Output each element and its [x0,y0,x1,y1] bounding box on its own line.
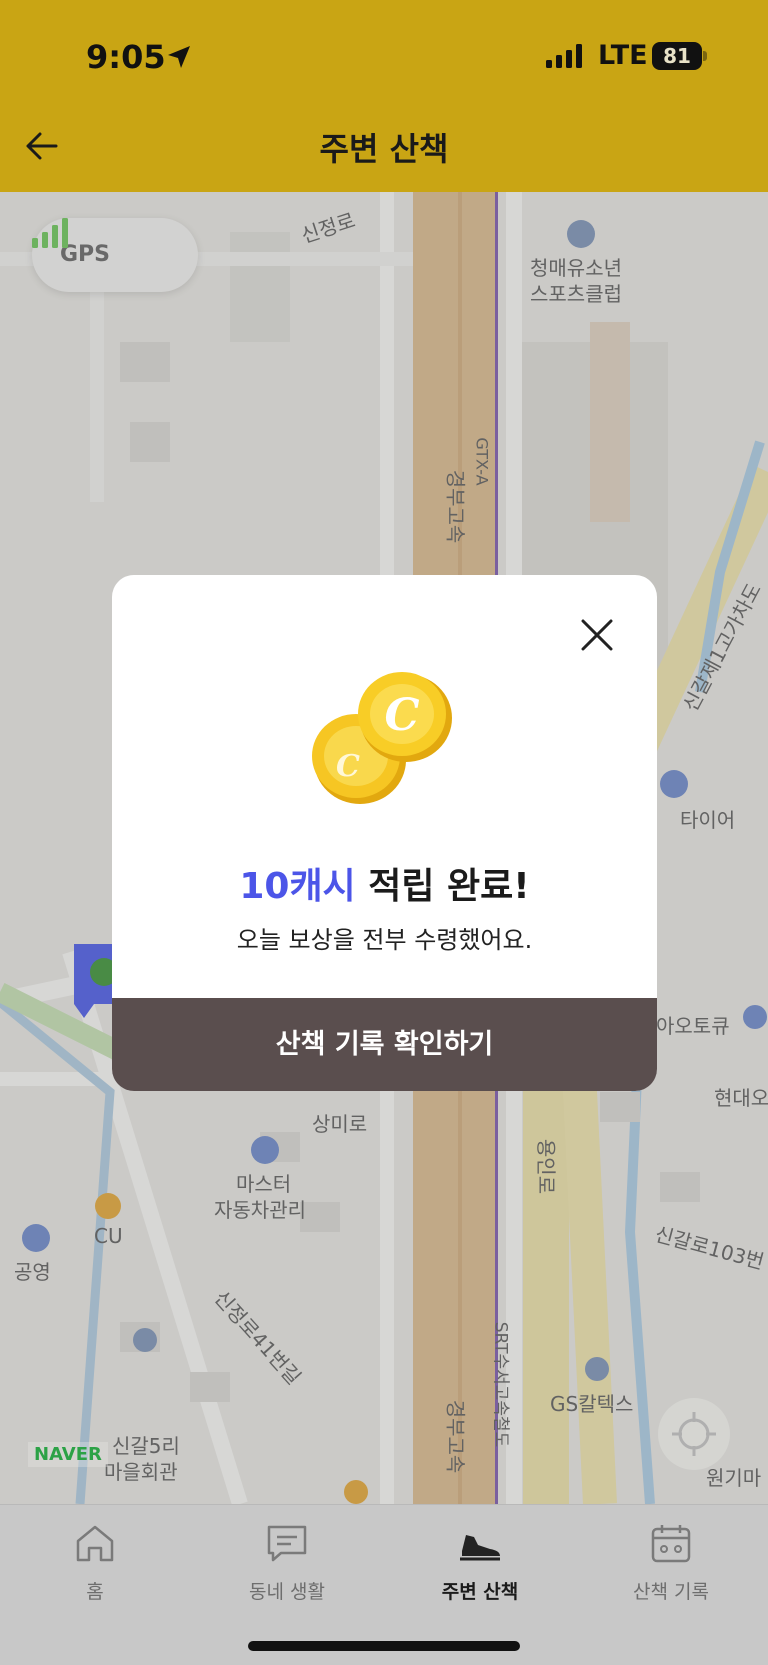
location-arrow-icon [168,46,190,68]
coins-icon: C C [312,672,452,804]
bottom-tab-bar: 홈 동네 생활 주변 산책 산책 기록 [0,1504,768,1665]
sneaker-icon [460,1535,500,1561]
svg-text:C: C [336,749,360,784]
network-label: LTE [598,40,648,71]
reward-headline: 10캐시 적립 완료! [112,857,657,909]
reward-headline-text: 적립 완료! [355,866,530,907]
close-icon[interactable] [579,617,615,653]
app-header: 9:05 LTE 81 주변 산책 [0,0,768,192]
tab-label: 주변 산책 [441,1581,519,1603]
view-walk-history-button[interactable]: 산책 기록 확인하기 [112,998,657,1091]
home-indicator [248,1641,520,1651]
reward-modal: C C 10캐시 적립 완료! 오늘 보상을 전부 수령했어요. 산책 기록 확… [112,575,657,1091]
battery-indicator: 81 [652,42,702,70]
status-time: 9:05 [86,38,166,76]
tab-home[interactable]: 홈 [20,1521,170,1611]
tab-label: 동네 생활 [249,1581,325,1603]
reward-amount: 10캐시 [239,866,356,907]
tab-walk-history[interactable]: 산책 기록 [596,1521,746,1611]
battery-tip [703,51,707,61]
signal-bars-icon [546,44,582,68]
svg-text:C: C [384,690,419,741]
reward-subtitle: 오늘 보상을 전부 수령했어요. [236,926,533,954]
tab-label: 홈 [86,1581,104,1603]
tab-walk[interactable]: 주변 산책 [405,1521,555,1611]
calendar-icon [651,1525,691,1563]
chat-icon [267,1525,307,1562]
home-icon [76,1525,114,1562]
page-title: 주변 산책 [319,130,449,168]
tab-neighborhood[interactable]: 동네 생활 [212,1521,362,1611]
tab-label: 산책 기록 [633,1581,709,1603]
status-bar: 9:05 LTE 81 [0,0,768,110]
